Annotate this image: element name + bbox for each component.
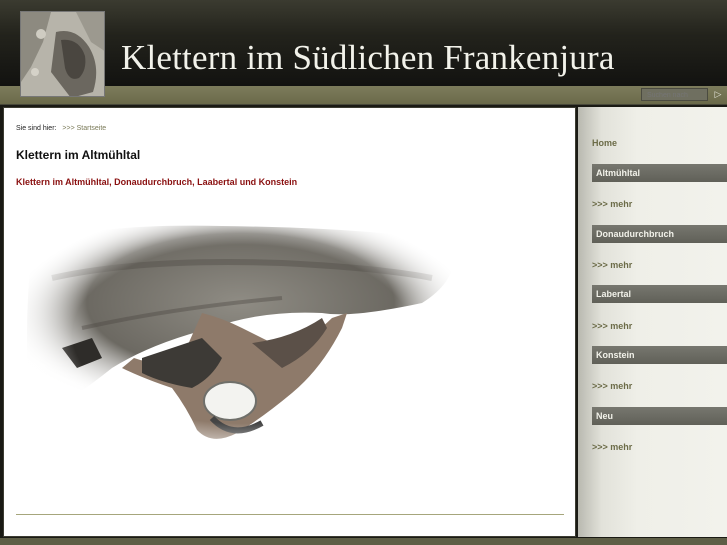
page-subtitle: Klettern im Altmühltal, Donaudurchbruch,…	[16, 177, 298, 187]
nav-more-neu[interactable]: >>> mehr	[592, 442, 632, 452]
nav-home-link[interactable]: Home	[592, 138, 617, 148]
nav-section-labertal[interactable]: Labertal	[592, 285, 727, 303]
main-content: Sie sind hier: >>> Startseite Klettern i…	[3, 107, 576, 537]
nav-section-donaudurchbruch[interactable]: Donaudurchbruch	[592, 225, 727, 243]
triangle-right-icon[interactable]: ▷	[712, 88, 724, 101]
site-title: Klettern im Südlichen Frankenjura	[121, 38, 615, 77]
site-header: Klettern im Südlichen Frankenjura	[0, 0, 727, 86]
sidebar-nav: Home Altmühltal >>> mehr Donaudurchbruch…	[578, 107, 727, 537]
page-title: Klettern im Altmühltal	[16, 148, 141, 162]
footer-edge	[0, 538, 727, 545]
page: Klettern im Südlichen Frankenjura ▷ Sie …	[0, 0, 727, 545]
top-strip	[0, 86, 727, 105]
nav-more-donaudurchbruch[interactable]: >>> mehr	[592, 260, 632, 270]
nav-section-neu[interactable]: Neu	[592, 407, 727, 425]
nav-more-konstein[interactable]: >>> mehr	[592, 381, 632, 391]
climber-hero-photo	[22, 218, 462, 450]
nav-more-labertal[interactable]: >>> mehr	[592, 321, 632, 331]
breadcrumb-label: Sie sind hier:	[16, 125, 57, 132]
climber-photo-icon	[20, 11, 105, 97]
nav-section-altmuehltal[interactable]: Altmühltal	[592, 164, 727, 182]
content-divider	[16, 514, 564, 515]
breadcrumb-link-startseite[interactable]: >>> Startseite	[62, 125, 106, 132]
nav-section-konstein[interactable]: Konstein	[592, 346, 727, 364]
nav-more-altmuehltal[interactable]: >>> mehr	[592, 199, 632, 209]
search-input[interactable]	[641, 88, 708, 101]
breadcrumb: Sie sind hier: >>> Startseite	[16, 125, 106, 132]
